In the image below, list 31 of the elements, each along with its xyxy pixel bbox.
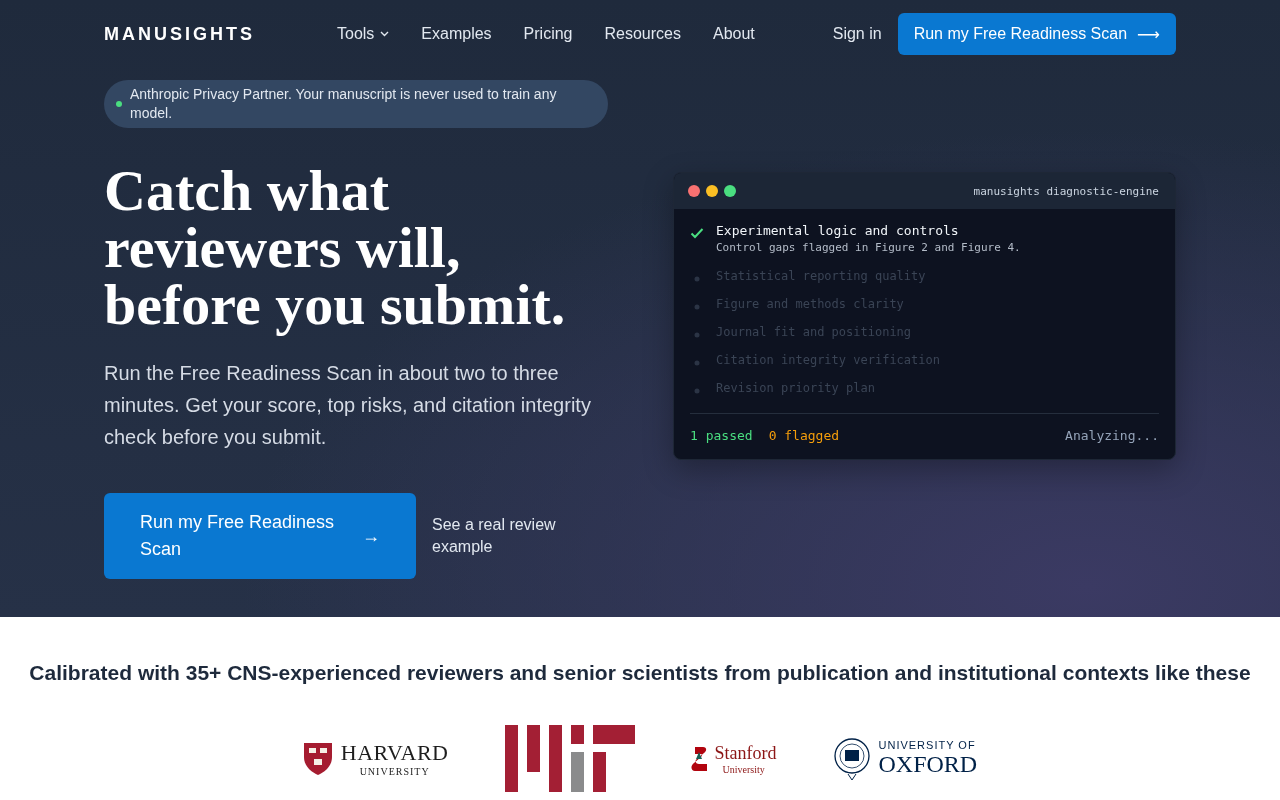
flagged-count: 0 flagged [768, 428, 840, 443]
window-controls-icon [688, 185, 738, 197]
passed-count: 1 passed [690, 428, 753, 443]
nav-link[interactable]: Tools [337, 25, 390, 43]
nav-link[interactable]: Examples [421, 25, 492, 43]
example-link[interactable]: See a real review example [432, 514, 572, 558]
logo-subtitle: UNIVERSITY OF [878, 739, 976, 751]
privacy-badge: Anthropic Privacy Partner. Your manuscript is never used to train any model. [104, 80, 608, 128]
sign-in-link[interactable]: Sign in [832, 25, 882, 43]
logo-subtitle: University [722, 763, 765, 775]
scan-button[interactable]: Run my Free Readiness Scan → [104, 493, 416, 579]
shield-icon [302, 741, 333, 776]
logo-name: HARVARD [340, 740, 449, 766]
terminal-title: manusights diagnostic-engine [973, 184, 1159, 198]
brand-logo[interactable]: MANUSIGHTS [104, 23, 337, 45]
check-label: Experimental logic and controls [716, 223, 960, 238]
trust-heading: Calibrated with 35+ CNS-experienced reviewers and senior scientists from publication and institutional contexts like these [28, 661, 1252, 685]
check-detail: Control gaps flagged in Figure 2 and Figure 4. [716, 241, 1021, 254]
tree-emblem-icon [690, 746, 707, 771]
status-dot-icon [116, 101, 122, 107]
bars-logo-icon [504, 725, 635, 792]
nav-link[interactable]: About [713, 25, 755, 43]
status-text: Analyzing... [1065, 428, 1159, 443]
nav-link[interactable]: Resources [604, 25, 681, 43]
scan-button[interactable]: Run my Free Readiness Scan ⟶ [897, 13, 1176, 55]
hero-description: Run the Free Readiness Scan in about two to three minutes. Get your score, top risks, and citation integrity check before you submit. [104, 361, 592, 450]
logo-name: OXFORD [878, 751, 978, 778]
nav-link[interactable]: Pricing [523, 25, 573, 43]
logo-name: Stanford [714, 742, 777, 764]
logo-subtitle: UNIVERSITY [359, 766, 430, 777]
seal-icon [832, 736, 871, 781]
